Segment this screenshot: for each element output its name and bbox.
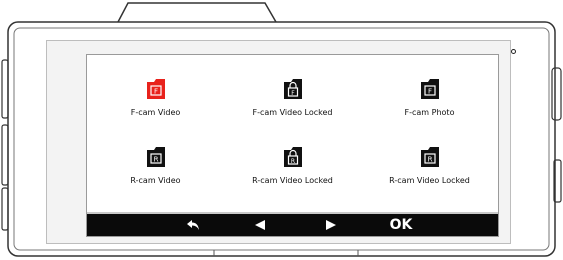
bottom-toolbar: OK bbox=[87, 212, 498, 236]
folder-label: F-cam Photo bbox=[404, 108, 455, 117]
folder-lock-r-icon: R bbox=[283, 147, 302, 167]
folder-f-cam-video-locked[interactable]: F F-cam Video Locked bbox=[224, 73, 361, 133]
svg-text:R: R bbox=[427, 156, 432, 164]
folder-f-cam-video[interactable]: F F-cam Video bbox=[87, 73, 224, 133]
folder-label: R-cam Video Locked bbox=[389, 176, 470, 185]
folder-f-cam-photo[interactable]: F F-cam Photo bbox=[361, 73, 498, 133]
folder-label: R-cam Video bbox=[130, 176, 181, 185]
folder-r-cam-video[interactable]: R R-cam Video bbox=[87, 141, 224, 201]
svg-text:F: F bbox=[427, 88, 431, 96]
folder-r-cam-video-locked-2[interactable]: R R-cam Video Locked bbox=[361, 141, 498, 201]
folder-lock-f-icon: F bbox=[283, 79, 302, 99]
back-arrow-icon bbox=[187, 220, 199, 230]
folder-label: F-cam Video Locked bbox=[252, 108, 333, 117]
folder-grid: F F-cam Video F F-cam Video Locked F F-c… bbox=[87, 73, 498, 203]
camera-lens-icon bbox=[511, 49, 516, 54]
svg-text:R: R bbox=[290, 158, 294, 165]
left-triangle-icon bbox=[255, 220, 265, 230]
ok-button[interactable]: OK bbox=[381, 214, 421, 236]
back-button[interactable] bbox=[173, 214, 213, 236]
svg-text:F: F bbox=[291, 90, 295, 97]
folder-label: R-cam Video Locked bbox=[252, 176, 333, 185]
folder-r-cam-video-locked[interactable]: R R-cam Video Locked bbox=[224, 141, 361, 201]
folder-label: F-cam Video bbox=[130, 108, 181, 117]
folder-f-icon: F bbox=[146, 79, 165, 99]
svg-text:F: F bbox=[153, 88, 157, 96]
folder-r-icon: R bbox=[146, 147, 165, 167]
right-triangle-icon bbox=[326, 220, 336, 230]
folder-f-icon: F bbox=[420, 79, 439, 99]
svg-text:R: R bbox=[153, 156, 158, 164]
folder-r-icon: R bbox=[420, 147, 439, 167]
next-button[interactable] bbox=[311, 214, 351, 236]
previous-button[interactable] bbox=[240, 214, 280, 236]
file-browser-screen: F F-cam Video F F-cam Video Locked F F-c… bbox=[86, 54, 499, 237]
